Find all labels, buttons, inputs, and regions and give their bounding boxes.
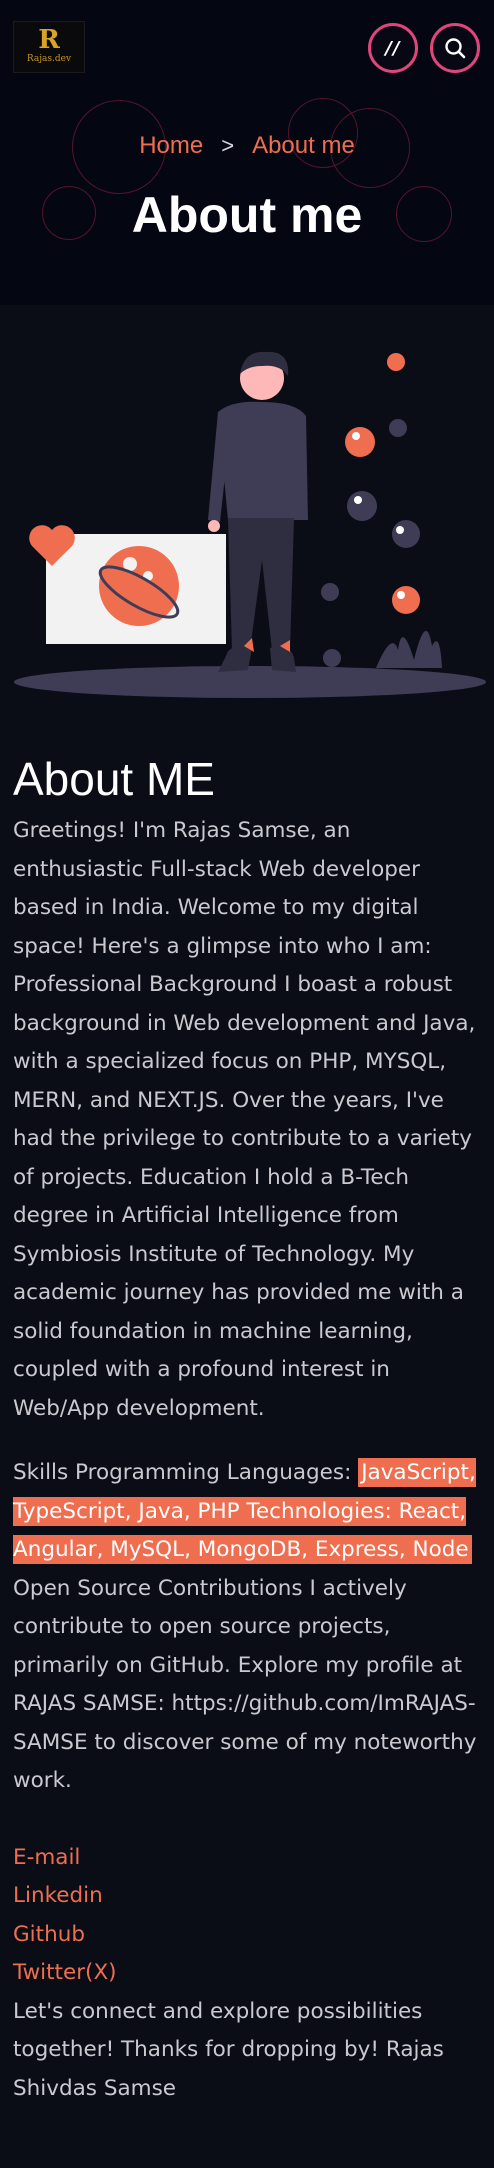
search-icon [445,38,466,59]
hero-header: R Rajas.dev // Home > About me About me [0,0,494,305]
twitter-link[interactable]: Twitter(X) [13,1954,483,1993]
floating-ball [347,491,377,521]
contact-links: E-mail Linkedin Github Twitter(X) [13,1839,483,1993]
github-link[interactable]: Github [13,1916,483,1955]
about-intro-text: Greetings! I'm Rajas Samse, an enthusias… [13,818,476,1421]
menu-glyph: // [385,37,401,59]
floating-ball [392,520,420,548]
about-content: About ME Greetings! I'm Rajas Samse, an … [13,752,483,2108]
plant-decor [376,630,442,668]
skills-paragraph: Skills Programming Languages: JavaScript… [13,1454,483,1801]
breadcrumb: Home > About me [0,132,494,160]
breadcrumb-home-link[interactable]: Home [139,132,203,160]
menu-button[interactable]: // [368,23,418,73]
email-link[interactable]: E-mail [13,1839,483,1878]
floating-ball [392,586,420,614]
site-logo[interactable]: R Rajas.dev [13,21,85,73]
about-section-title: About ME [13,753,215,805]
page-title: About me [131,187,363,243]
about-illustration [14,351,486,698]
floating-ball [345,427,375,457]
skills-prefix: Skills Programming Languages: [13,1460,359,1485]
floating-ball [321,583,339,601]
floating-ball [323,649,341,667]
floating-ball [389,419,407,437]
breadcrumb-separator: > [221,133,235,158]
closing-text: Let's connect and explore possibilities … [13,1998,444,2101]
search-button[interactable] [430,23,480,73]
linkedin-link[interactable]: Linkedin [13,1877,483,1916]
logo-mark: R [38,25,60,55]
logo-name: Rajas.dev [26,54,72,64]
floating-ball [387,353,405,371]
planet-ball [99,546,179,626]
breadcrumb-current: About me [252,132,355,159]
ground-shadow [14,666,486,698]
open-source-text: Open Source Contributions I actively con… [13,1575,477,1794]
